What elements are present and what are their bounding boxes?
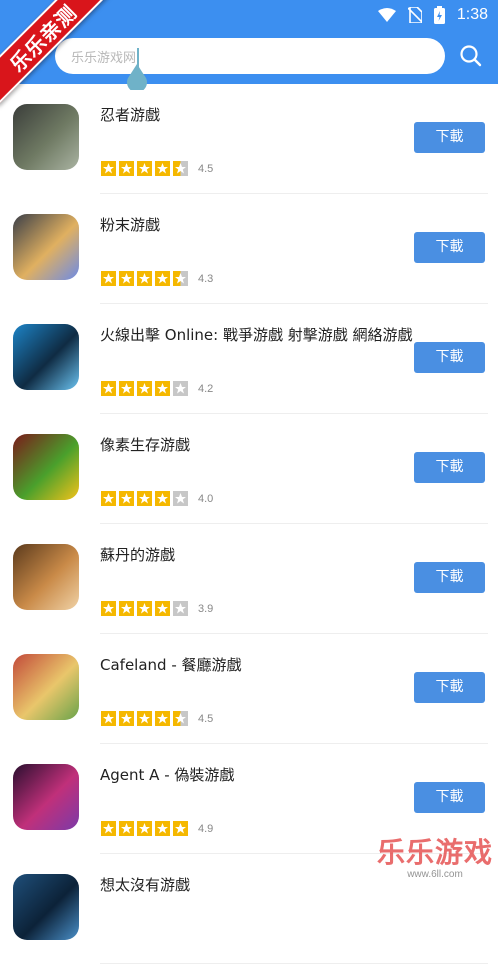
list-item[interactable]: Cafeland - 餐廳游戲 4.5 下載 xyxy=(0,634,498,744)
list-item[interactable]: 火線出擊 Online: 戰爭游戲 射擊游戲 網絡游戲 4.2 下載 xyxy=(0,304,498,414)
watermark-logo: 乐乐游戏 www.6ll.com xyxy=(376,837,494,883)
no-sim-icon xyxy=(407,7,422,23)
app-icon[interactable] xyxy=(13,874,79,940)
app-icon[interactable] xyxy=(13,214,79,280)
app-title[interactable]: 像素生存游戲 xyxy=(100,434,190,455)
download-button[interactable]: 下載 xyxy=(414,562,485,593)
star-icon xyxy=(101,161,116,176)
star-icon xyxy=(155,491,170,506)
app-title[interactable]: 火線出擊 Online: 戰爭游戲 射擊游戲 網絡游戲 xyxy=(100,324,413,345)
list-item[interactable]: 忍者游戲 4.5 下載 xyxy=(0,84,498,194)
list-item[interactable]: 像素生存游戲 4.0 下載 xyxy=(0,414,498,524)
search-icon[interactable] xyxy=(458,43,484,69)
app-list: 忍者游戲 4.5 下載 粉末游戲 4.3 下載 火線出擊 Online: 戰爭游戲 射擊游戲… xyxy=(0,84,498,964)
star-icon xyxy=(137,601,152,616)
download-button[interactable]: 下載 xyxy=(414,232,485,263)
star-icon xyxy=(119,271,134,286)
status-bar: 1:38 xyxy=(377,5,488,25)
star-icon xyxy=(155,601,170,616)
star-icon xyxy=(173,601,188,616)
star-icon xyxy=(173,271,188,286)
rating-value: 4.3 xyxy=(198,273,214,285)
star-icon xyxy=(173,161,188,176)
app-icon[interactable] xyxy=(13,544,79,610)
star-icon xyxy=(173,821,188,836)
star-rating xyxy=(101,271,188,286)
download-button[interactable]: 下載 xyxy=(414,122,485,153)
wifi-icon xyxy=(377,8,396,22)
app-icon[interactable] xyxy=(13,324,79,390)
star-icon xyxy=(101,381,116,396)
app-icon[interactable] xyxy=(13,764,79,830)
star-icon xyxy=(101,601,116,616)
app-title[interactable]: 蘇丹的游戲 xyxy=(100,544,175,565)
star-rating xyxy=(101,161,188,176)
star-icon xyxy=(101,711,116,726)
app-icon[interactable] xyxy=(13,654,79,720)
app-title[interactable]: Cafeland - 餐廳游戲 xyxy=(100,654,242,675)
star-rating xyxy=(101,601,188,616)
star-icon xyxy=(155,271,170,286)
star-icon xyxy=(137,491,152,506)
watermark-url: www.6ll.com xyxy=(407,869,463,880)
download-button[interactable]: 下載 xyxy=(414,782,485,813)
star-icon xyxy=(173,381,188,396)
star-rating xyxy=(101,711,188,726)
star-icon xyxy=(137,711,152,726)
rating-value: 4.5 xyxy=(198,713,214,725)
rating-value: 4.0 xyxy=(198,493,214,505)
star-rating xyxy=(101,821,188,836)
star-icon xyxy=(155,381,170,396)
star-icon xyxy=(119,711,134,726)
star-icon xyxy=(119,601,134,616)
star-icon xyxy=(119,491,134,506)
star-icon xyxy=(137,161,152,176)
app-icon[interactable] xyxy=(13,434,79,500)
battery-charging-icon xyxy=(433,6,445,24)
list-item[interactable]: 蘇丹的游戲 3.9 下載 xyxy=(0,524,498,634)
app-title[interactable]: 忍者游戲 xyxy=(100,104,160,125)
app-title[interactable]: 粉末游戲 xyxy=(100,214,160,235)
star-icon xyxy=(101,271,116,286)
app-icon[interactable] xyxy=(13,104,79,170)
star-icon xyxy=(101,821,116,836)
star-icon xyxy=(173,491,188,506)
star-icon xyxy=(155,161,170,176)
star-icon xyxy=(137,821,152,836)
search-input[interactable]: 乐乐游戏网 xyxy=(55,38,445,74)
star-icon xyxy=(155,821,170,836)
rating-value: 4.2 xyxy=(198,383,214,395)
download-button[interactable]: 下載 xyxy=(414,342,485,373)
star-icon xyxy=(101,491,116,506)
app-title[interactable]: Agent A - 偽裝游戲 xyxy=(100,764,234,785)
watermark-text: 乐乐游戏 xyxy=(376,836,493,869)
star-icon xyxy=(137,381,152,396)
download-button[interactable]: 下載 xyxy=(414,452,485,483)
star-rating xyxy=(101,381,188,396)
list-item[interactable]: 粉末游戲 4.3 下載 xyxy=(0,194,498,304)
download-button[interactable]: 下載 xyxy=(414,672,485,703)
star-icon xyxy=(119,381,134,396)
star-icon xyxy=(119,161,134,176)
rating-value: 4.5 xyxy=(198,163,214,175)
rating-value: 3.9 xyxy=(198,603,214,615)
star-icon xyxy=(155,711,170,726)
rating-value: 4.9 xyxy=(198,823,214,835)
star-icon xyxy=(119,821,134,836)
clock: 1:38 xyxy=(456,6,488,23)
star-rating xyxy=(101,491,188,506)
star-icon xyxy=(137,271,152,286)
star-icon xyxy=(173,711,188,726)
